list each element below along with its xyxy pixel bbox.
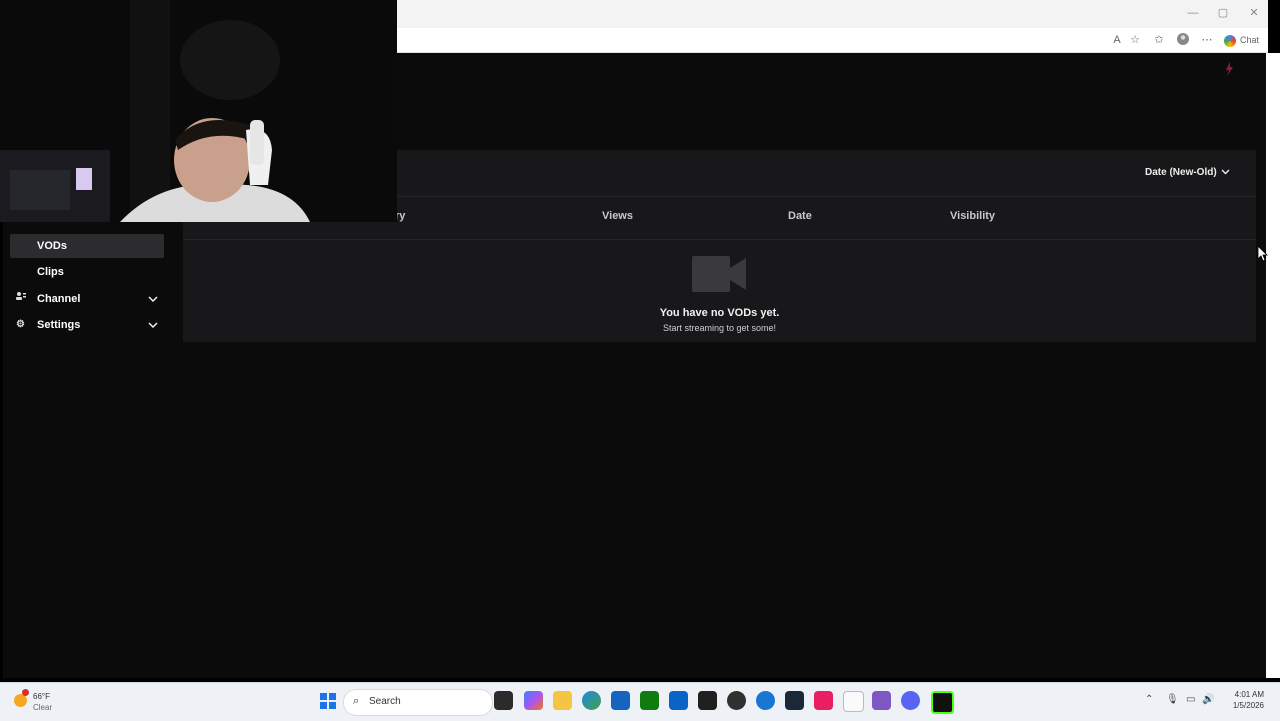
tray-overflow-icon[interactable]: ⌃ xyxy=(1145,694,1153,705)
column-date[interactable]: Date xyxy=(788,210,812,222)
sidebar-item-settings[interactable]: ⚙ Settings xyxy=(10,313,164,337)
notification-badge xyxy=(22,689,29,696)
webcam-image xyxy=(0,0,397,222)
sidebar-item-label: Clips xyxy=(37,266,64,278)
store-icon[interactable] xyxy=(611,691,630,710)
weather-widget[interactable]: 66°F Clear xyxy=(14,689,74,715)
sidebar-item-channel[interactable]: Channel xyxy=(10,287,164,311)
channel-icon xyxy=(16,287,26,311)
sort-dropdown-label: Date (New-Old) xyxy=(1145,167,1217,178)
notepad-icon[interactable] xyxy=(843,691,864,712)
obs-icon[interactable] xyxy=(727,691,746,710)
chevron-down-icon xyxy=(1221,162,1230,184)
sidebar-item-label: VODs xyxy=(37,240,67,252)
gear-icon: ⚙ xyxy=(16,319,25,330)
tiktok-icon[interactable] xyxy=(814,691,833,710)
volume-icon[interactable]: 🔊 xyxy=(1202,694,1214,705)
clock-time: 4:01 AM xyxy=(1234,690,1264,699)
user-avatar-icon[interactable] xyxy=(1224,62,1236,76)
sidebar-item-label: Channel xyxy=(37,293,81,305)
column-views[interactable]: Views xyxy=(602,210,633,222)
more-icon[interactable]: ⋯ xyxy=(1200,33,1214,47)
game-icon[interactable] xyxy=(872,691,891,710)
video-camera-icon xyxy=(692,254,746,294)
edge-icon[interactable] xyxy=(582,691,601,710)
microphone-icon[interactable]: 🎙 xyxy=(1166,694,1179,705)
weather-temp: 66°F xyxy=(33,692,50,701)
network-icon[interactable]: ▭ xyxy=(1186,694,1195,705)
clock-date: 1/5/2026 xyxy=(1232,701,1264,710)
mouse-cursor xyxy=(1257,245,1268,267)
taskbar-search-placeholder: Search xyxy=(369,696,401,707)
chevron-down-icon xyxy=(148,313,158,337)
system-clock[interactable]: 4:01 AM 1/5/2026 xyxy=(1218,689,1264,711)
favorite-star-icon[interactable]: ☆ xyxy=(1128,33,1142,47)
xbox-icon[interactable] xyxy=(640,691,659,710)
chevron-down-icon xyxy=(148,287,158,311)
webcam-overlay xyxy=(0,0,397,222)
read-aloud-icon[interactable]: A xyxy=(1110,33,1124,47)
sidebar-item-clips[interactable]: Clips xyxy=(10,260,164,284)
favorites-icon[interactable]: ✩ xyxy=(1152,33,1166,47)
start-button[interactable] xyxy=(320,693,336,709)
profile-icon[interactable] xyxy=(1176,33,1190,47)
window-edge xyxy=(1266,53,1280,678)
folder-icon[interactable] xyxy=(553,691,572,710)
chat-label: Chat xyxy=(1240,35,1260,45)
sidebar-item-label: Settings xyxy=(37,319,81,331)
close-button[interactable]: ✕ xyxy=(1247,6,1261,20)
empty-state-title: You have no VODs yet. xyxy=(659,307,780,319)
sort-dropdown[interactable]: Date (New-Old) xyxy=(1145,162,1245,184)
windows-taskbar: 66°F Clear ⌕ Search ⌃ 🎙 ▭ 🔊 4:01 AM 1/5/… xyxy=(0,682,1280,721)
copilot-icon[interactable] xyxy=(524,691,543,710)
app-icon[interactable] xyxy=(698,691,717,710)
search-icon: ⌕ xyxy=(353,695,360,707)
column-visibility[interactable]: Visibility xyxy=(950,210,995,222)
kick-icon[interactable] xyxy=(931,691,954,714)
discord-icon[interactable] xyxy=(901,691,920,710)
minimize-button[interactable]: — xyxy=(1186,6,1200,20)
outlook-icon[interactable] xyxy=(669,691,688,710)
copilot-icon xyxy=(1224,34,1236,47)
file-explorer-icon[interactable] xyxy=(494,691,513,710)
browser-icon[interactable] xyxy=(756,691,775,710)
restore-button[interactable]: ▢ xyxy=(1216,6,1230,20)
steam-icon[interactable] xyxy=(785,691,804,710)
sidebar-item-vods[interactable]: VODs xyxy=(10,234,164,258)
copilot-chat-button[interactable]: Chat xyxy=(1224,32,1268,48)
empty-state-subtitle: Start streaming to get some! xyxy=(662,323,777,333)
taskbar-search[interactable]: ⌕ Search xyxy=(343,689,493,716)
weather-condition: Clear xyxy=(33,703,53,712)
